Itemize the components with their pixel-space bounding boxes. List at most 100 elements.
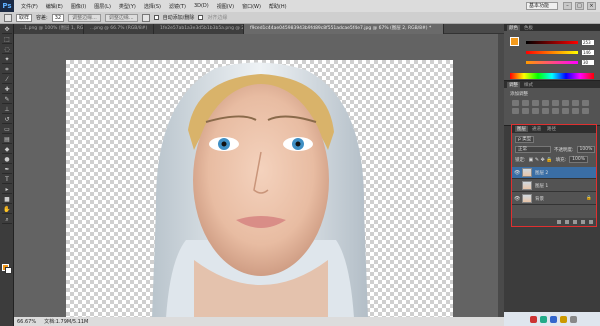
auto-add-checkbox[interactable] [153,15,159,20]
menu-help[interactable]: 帮助(H) [265,3,291,10]
layer-filter-select[interactable]: ρ 类型 [515,136,535,143]
color-lookup-icon[interactable] [532,108,539,114]
zoom-level[interactable]: 66.67% [17,319,36,325]
menu-view[interactable]: 视图(V) [213,3,238,10]
marquee-tool-icon[interactable]: ⬚ [2,36,12,44]
menu-filter[interactable]: 滤镜(T) [165,3,190,10]
brightness-icon[interactable] [512,100,519,106]
history-brush-icon[interactable]: ↺ [2,116,12,124]
tab-styles[interactable]: 样式 [522,82,535,88]
minimize-button[interactable]: – [563,2,572,10]
hand-tool-icon[interactable]: ✋ [2,206,12,214]
tab-paths[interactable]: 路径 [545,126,558,132]
green-value[interactable]: 146 [582,50,594,55]
document-tab[interactable]: ...png @ 66.7% (RGB/8#) [84,24,154,34]
workspace-select[interactable]: 基本功能 [526,2,558,10]
tab-channels[interactable]: 通道 [530,126,543,132]
green-slider[interactable] [526,51,578,54]
blend-mode-select[interactable]: 正常 [515,146,551,153]
image-canvas[interactable] [66,60,453,318]
menu-window[interactable]: 窗口(W) [238,3,265,10]
tray-icon[interactable] [540,315,547,323]
menu-layer[interactable]: 图层(L) [90,3,115,10]
tray-icon[interactable] [560,315,567,323]
close-button[interactable]: × [587,2,596,10]
lasso-tool-icon[interactable]: ◌ [2,46,12,54]
fill-input[interactable]: 100% [569,156,589,163]
menu-select[interactable]: 选择(S) [140,3,165,10]
posterize-icon[interactable] [552,108,559,114]
tab-layers[interactable]: 图层 [515,126,528,132]
eye-icon[interactable]: 👁 [514,170,520,176]
shape-tool-icon[interactable]: ■ [2,196,12,204]
zoom-tool-icon[interactable]: ⌕ [2,216,12,224]
channel-mixer-icon[interactable] [522,108,529,114]
brush-tool-icon[interactable]: ✎ [2,96,12,104]
gradient-tool-icon[interactable]: ▤ [2,136,12,144]
eye-icon[interactable]: 👁 [514,196,520,202]
curves-icon[interactable] [532,100,539,106]
new-layer-icon[interactable] [581,220,585,224]
menu-3d[interactable]: 3D(D) [190,3,213,9]
tray-icon[interactable] [530,315,537,323]
exposure-icon[interactable] [542,100,549,106]
dodge-tool-icon[interactable]: ● [2,156,12,164]
type-tool-icon[interactable]: T [2,176,12,184]
trash-icon[interactable] [589,220,593,224]
refine-edge-button-1[interactable]: 调整边缘... [68,13,101,22]
link-icon[interactable] [557,220,561,224]
blur-tool-icon[interactable]: ◆ [2,146,12,154]
color-balance-icon[interactable] [572,100,579,106]
path-select-icon[interactable]: ▸ [2,186,12,194]
document-tab-active[interactable]: f9ced1c44ae045983943b9fd89c8f551adcae5f4… [244,24,444,34]
eyedropper-tool-icon[interactable]: ⁄ [2,76,12,84]
invert-icon[interactable] [542,108,549,114]
document-tab[interactable]: ...1.png @ 100% (图层 1, RGB/8#) [14,24,84,34]
red-value[interactable]: 253 [582,40,594,45]
gear-icon[interactable] [141,13,150,22]
menu-edit[interactable]: 编辑(E) [42,3,67,10]
magic-wand-icon[interactable]: ✦ [2,56,12,64]
tray-icon[interactable] [570,315,577,323]
tab-color[interactable]: 颜色 [507,24,520,31]
selective-color-icon[interactable] [582,108,589,114]
layer-row[interactable]: 图层 1 [512,180,596,192]
menu-type[interactable]: 类型(Y) [115,3,140,10]
red-slider[interactable] [526,41,578,44]
refine-edge-button-2[interactable]: 调整边缘... [104,13,138,22]
move-tool-icon[interactable]: ✥ [2,26,12,34]
vibrance-icon[interactable] [552,100,559,106]
magic-wand-tool-icon[interactable] [4,13,12,22]
color-spectrum[interactable] [510,73,594,79]
fx-icon[interactable] [565,220,569,224]
tolerance-input[interactable]: 32 [51,13,65,22]
layer-row-selected[interactable]: 👁 图层 2 [512,167,596,179]
black-white-icon[interactable] [582,100,589,106]
foreground-swatch[interactable] [510,37,519,46]
menu-image[interactable]: 图像(I) [67,3,90,10]
healing-brush-icon[interactable]: ✚ [2,86,12,94]
crop-tool-icon[interactable]: ⌗ [2,66,12,74]
blue-value[interactable]: 30 [582,60,594,65]
align-checkbox[interactable] [198,15,204,20]
gradient-map-icon[interactable] [572,108,579,114]
menu-file[interactable]: 文件(F) [17,3,42,10]
opacity-input[interactable]: 100% [576,146,596,153]
levels-icon[interactable] [522,100,529,106]
maximize-button[interactable]: □ [575,2,584,10]
pen-tool-icon[interactable]: ✒ [2,166,12,174]
tray-icon[interactable] [550,315,557,323]
mask-icon[interactable] [573,220,577,224]
layer-row[interactable]: 👁 背景 🔒 [512,193,596,205]
hue-saturation-icon[interactable] [562,100,569,106]
sample-size-select[interactable]: 取样 [16,13,33,22]
lock-icon[interactable]: ▣ ✎ ✥ 🔒 [529,157,553,163]
photo-filter-icon[interactable] [512,108,519,114]
clone-stamp-icon[interactable]: ⊥ [2,106,12,114]
eraser-tool-icon[interactable]: ▭ [2,126,12,134]
background-color-swatch[interactable] [5,267,12,274]
blue-slider[interactable] [526,61,578,64]
threshold-icon[interactable] [562,108,569,114]
tab-swatches[interactable]: 色板 [522,25,535,31]
tab-adjustments[interactable]: 调整 [507,81,520,88]
